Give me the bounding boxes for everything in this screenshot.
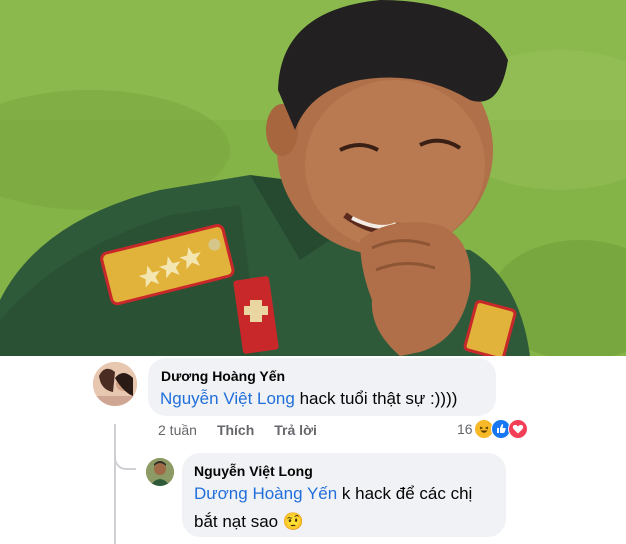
mention-link[interactable]: Nguyễn Việt Long [160, 389, 295, 408]
reply-bubble: Nguyễn Việt Long Dương Hoàng Yến k hack … [182, 453, 506, 537]
avatar-image [146, 458, 174, 486]
like-button[interactable]: Thích [217, 422, 254, 438]
mention-link[interactable]: Dương Hoàng Yến [194, 484, 337, 503]
comment-time[interactable]: 2 tuần [158, 422, 197, 438]
reaction-count: 16 [457, 421, 473, 437]
reply-button[interactable]: Trả lời [274, 422, 317, 438]
reaction-summary[interactable]: 16 [457, 418, 528, 440]
comment-text: Nguyễn Việt Long hack tuổi thật sự :)))) [160, 385, 484, 413]
comment-body-line1: k hack để các chị [337, 484, 473, 503]
raised-eyebrow-emoji-icon: 🤨 [282, 512, 305, 531]
avatar[interactable] [146, 458, 174, 486]
reply-connector [114, 448, 136, 470]
comment-body-line2: bắt nạt sao [194, 512, 283, 531]
comment-text: Dương Hoàng Yến k hack để các chị [194, 480, 494, 508]
soldier-photo-illustration [0, 0, 626, 356]
post-photo[interactable] [0, 0, 626, 356]
comment-author[interactable]: Nguyễn Việt Long [194, 462, 494, 480]
comment-text-line2: bắt nạt sao 🤨 [194, 508, 494, 536]
comment-body: hack tuổi thật sự :)))) [294, 389, 458, 408]
thread-line [114, 424, 116, 544]
avatar[interactable] [93, 362, 137, 406]
comment-author[interactable]: Dương Hoàng Yến [161, 367, 484, 385]
comment-section: Dương Hoàng Yến Nguyễn Việt Long hack tu… [0, 356, 626, 544]
avatar-image [93, 362, 137, 406]
comment-bubble: Dương Hoàng Yến Nguyễn Việt Long hack tu… [148, 358, 496, 416]
comment-actions: 2 tuần Thích Trả lời [158, 420, 337, 440]
love-icon [507, 419, 528, 439]
